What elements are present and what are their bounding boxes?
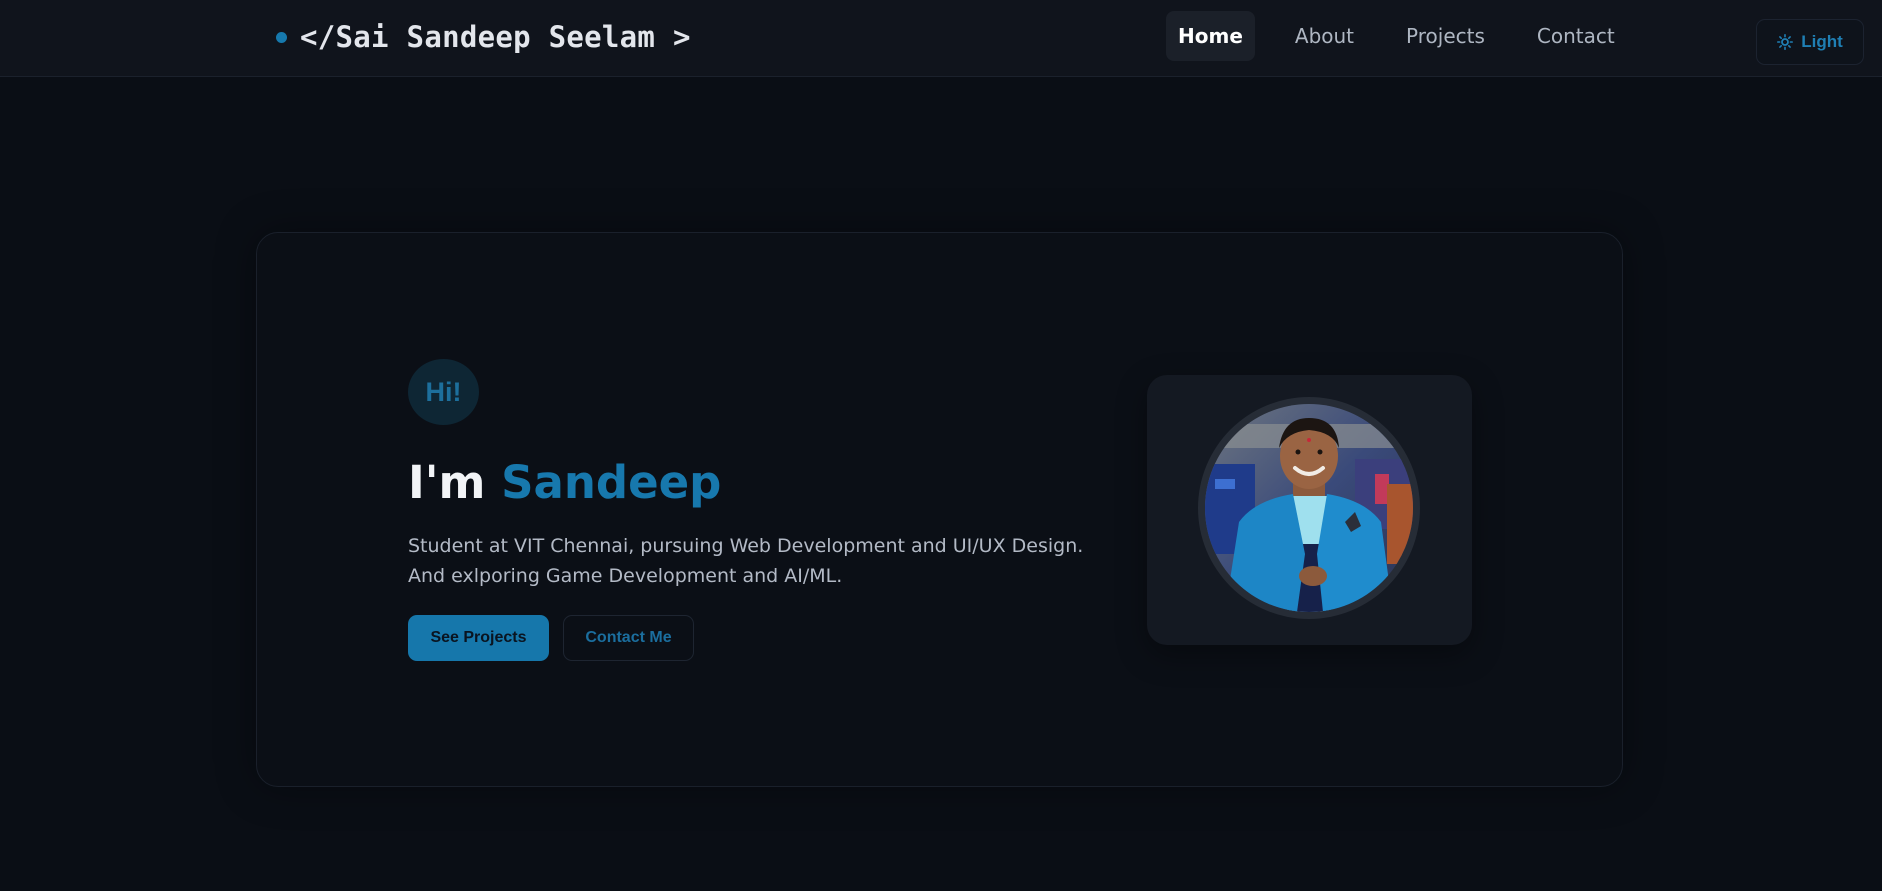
- theme-toggle-label: Light: [1801, 32, 1843, 51]
- avatar: [1205, 404, 1413, 612]
- headline-name: Sandeep: [501, 456, 722, 509]
- main-nav: Home About Projects Contact: [1166, 11, 1655, 61]
- headline-prefix: I'm: [408, 456, 502, 509]
- hero-tagline: Student at VIT Chennai, pursuing Web Dev…: [408, 535, 1084, 587]
- see-projects-button[interactable]: See Projects: [408, 615, 549, 661]
- profile-photo-card: [1147, 375, 1472, 645]
- theme-toggle-button[interactable]: Light: [1756, 19, 1864, 65]
- contact-me-button[interactable]: Contact Me: [563, 615, 694, 661]
- nav-home[interactable]: Home: [1166, 11, 1255, 61]
- brand-dot-icon: [276, 31, 287, 43]
- sun-icon: [1777, 34, 1794, 50]
- nav-about[interactable]: About: [1283, 11, 1366, 61]
- nav-contact[interactable]: Contact: [1525, 11, 1627, 61]
- nav-projects[interactable]: Projects: [1394, 11, 1497, 61]
- brand-logo[interactable]: </Sai Sandeep Seelam >: [276, 18, 691, 56]
- hero-headline: I'm Sandeep: [408, 456, 721, 509]
- top-navbar: </Sai Sandeep Seelam > Home About Projec…: [0, 0, 1882, 77]
- avatar-ring: [1198, 397, 1420, 619]
- brand-name: </Sai Sandeep Seelam >: [300, 20, 691, 54]
- greeting-badge: Hi!: [408, 359, 479, 425]
- hero-card: Hi! I'm Sandeep Student at VIT Chennai, …: [256, 232, 1623, 787]
